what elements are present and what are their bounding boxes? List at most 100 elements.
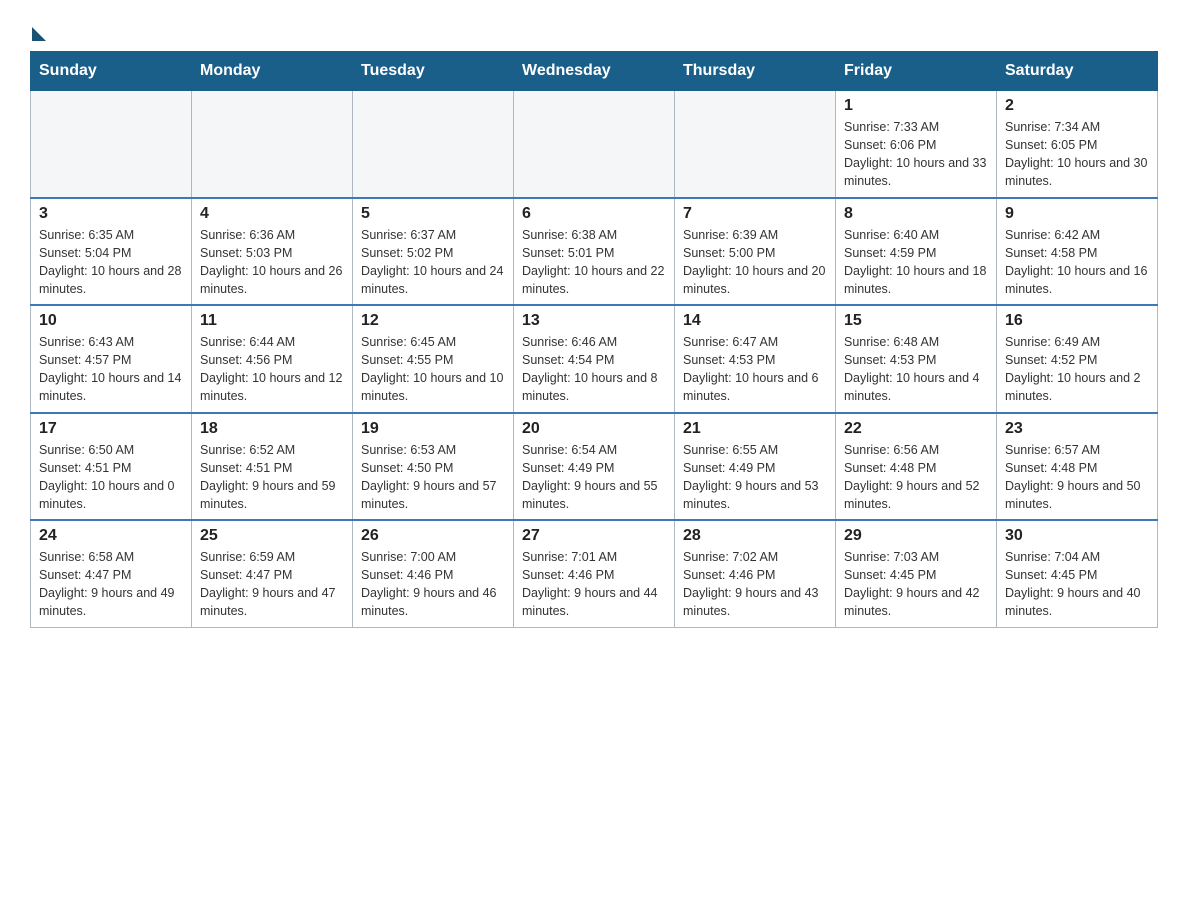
day-info: Sunrise: 6:48 AM Sunset: 4:53 PM Dayligh… [844, 333, 988, 406]
calendar-header-row: SundayMondayTuesdayWednesdayThursdayFrid… [31, 52, 1158, 91]
day-number: 12 [361, 312, 505, 330]
calendar-week-row: 24 Sunrise: 6:58 AM Sunset: 4:47 PM Dayli… [31, 520, 1158, 627]
calendar-cell [31, 91, 192, 198]
day-number: 23 [1005, 420, 1149, 438]
day-info: Sunrise: 6:39 AM Sunset: 5:00 PM Dayligh… [683, 226, 827, 299]
day-info: Sunrise: 6:36 AM Sunset: 5:03 PM Dayligh… [200, 226, 344, 299]
day-number: 18 [200, 420, 344, 438]
day-info: Sunrise: 6:35 AM Sunset: 5:04 PM Dayligh… [39, 226, 183, 299]
day-number: 3 [39, 205, 183, 223]
day-info: Sunrise: 6:42 AM Sunset: 4:58 PM Dayligh… [1005, 226, 1149, 299]
weekday-header-tuesday: Tuesday [353, 52, 514, 91]
day-info: Sunrise: 6:47 AM Sunset: 4:53 PM Dayligh… [683, 333, 827, 406]
calendar-cell [514, 91, 675, 198]
day-number: 16 [1005, 312, 1149, 330]
day-number: 2 [1005, 97, 1149, 115]
calendar-cell: 2 Sunrise: 7:34 AM Sunset: 6:05 PM Daylig… [997, 91, 1158, 198]
day-number: 27 [522, 527, 666, 545]
calendar-cell: 12Sunrise: 6:45 AM Sunset: 4:55 PM Dayli… [353, 305, 514, 413]
day-info: Sunrise: 6:46 AM Sunset: 4:54 PM Dayligh… [522, 333, 666, 406]
calendar-cell: 14 Sunrise: 6:47 AM Sunset: 4:53 PM Dayli… [675, 305, 836, 413]
calendar-cell [192, 91, 353, 198]
calendar-cell: 17Sunrise: 6:50 AM Sunset: 4:51 PM Dayli… [31, 413, 192, 521]
calendar-cell: 1 Sunrise: 7:33 AM Sunset: 6:06 PM Daylig… [836, 91, 997, 198]
calendar-cell: 27 Sunrise: 7:01 AM Sunset: 4:46 PM Dayli… [514, 520, 675, 627]
day-info: Sunrise: 6:38 AM Sunset: 5:01 PM Dayligh… [522, 226, 666, 299]
day-number: 4 [200, 205, 344, 223]
calendar-cell: 16Sunrise: 6:49 AM Sunset: 4:52 PM Dayli… [997, 305, 1158, 413]
day-number: 22 [844, 420, 988, 438]
day-info: Sunrise: 7:02 AM Sunset: 4:46 PM Dayligh… [683, 548, 827, 621]
day-info: Sunrise: 7:04 AM Sunset: 4:45 PM Dayligh… [1005, 548, 1149, 621]
day-info: Sunrise: 6:55 AM Sunset: 4:49 PM Dayligh… [683, 441, 827, 514]
calendar-cell: 21Sunrise: 6:55 AM Sunset: 4:49 PM Dayli… [675, 413, 836, 521]
day-info: Sunrise: 6:59 AM Sunset: 4:47 PM Dayligh… [200, 548, 344, 621]
day-number: 28 [683, 527, 827, 545]
weekday-header-wednesday: Wednesday [514, 52, 675, 91]
page-header [30, 20, 1158, 41]
calendar-cell: 6 Sunrise: 6:38 AM Sunset: 5:01 PM Daylig… [514, 198, 675, 306]
day-number: 13 [522, 312, 666, 330]
day-number: 29 [844, 527, 988, 545]
calendar-week-row: 17Sunrise: 6:50 AM Sunset: 4:51 PM Dayli… [31, 413, 1158, 521]
day-info: Sunrise: 7:03 AM Sunset: 4:45 PM Dayligh… [844, 548, 988, 621]
calendar-cell: 25 Sunrise: 6:59 AM Sunset: 4:47 PM Dayli… [192, 520, 353, 627]
day-info: Sunrise: 6:52 AM Sunset: 4:51 PM Dayligh… [200, 441, 344, 514]
calendar-table: SundayMondayTuesdayWednesdayThursdayFrid… [30, 51, 1158, 628]
day-number: 8 [844, 205, 988, 223]
calendar-week-row: 1 Sunrise: 7:33 AM Sunset: 6:06 PM Daylig… [31, 91, 1158, 198]
day-info: Sunrise: 6:37 AM Sunset: 5:02 PM Dayligh… [361, 226, 505, 299]
logo-triangle-icon [32, 27, 46, 41]
day-info: Sunrise: 6:53 AM Sunset: 4:50 PM Dayligh… [361, 441, 505, 514]
logo [30, 25, 46, 41]
day-info: Sunrise: 7:33 AM Sunset: 6:06 PM Dayligh… [844, 118, 988, 191]
day-info: Sunrise: 7:34 AM Sunset: 6:05 PM Dayligh… [1005, 118, 1149, 191]
day-number: 24 [39, 527, 183, 545]
weekday-header-sunday: Sunday [31, 52, 192, 91]
day-info: Sunrise: 6:40 AM Sunset: 4:59 PM Dayligh… [844, 226, 988, 299]
day-number: 15 [844, 312, 988, 330]
calendar-cell: 23 Sunrise: 6:57 AM Sunset: 4:48 PM Dayli… [997, 413, 1158, 521]
calendar-cell: 5Sunrise: 6:37 AM Sunset: 5:02 PM Daylig… [353, 198, 514, 306]
day-number: 14 [683, 312, 827, 330]
day-number: 19 [361, 420, 505, 438]
calendar-cell: 30Sunrise: 7:04 AM Sunset: 4:45 PM Dayli… [997, 520, 1158, 627]
calendar-cell [353, 91, 514, 198]
calendar-cell: 7 Sunrise: 6:39 AM Sunset: 5:00 PM Daylig… [675, 198, 836, 306]
calendar-cell: 15 Sunrise: 6:48 AM Sunset: 4:53 PM Dayli… [836, 305, 997, 413]
weekday-header-monday: Monday [192, 52, 353, 91]
calendar-cell: 29 Sunrise: 7:03 AM Sunset: 4:45 PM Dayli… [836, 520, 997, 627]
calendar-week-row: 3 Sunrise: 6:35 AM Sunset: 5:04 PM Daylig… [31, 198, 1158, 306]
calendar-cell: 3 Sunrise: 6:35 AM Sunset: 5:04 PM Daylig… [31, 198, 192, 306]
day-number: 17 [39, 420, 183, 438]
calendar-cell: 13 Sunrise: 6:46 AM Sunset: 4:54 PM Dayli… [514, 305, 675, 413]
day-info: Sunrise: 7:00 AM Sunset: 4:46 PM Dayligh… [361, 548, 505, 621]
calendar-cell: 19 Sunrise: 6:53 AM Sunset: 4:50 PM Dayli… [353, 413, 514, 521]
day-info: Sunrise: 6:56 AM Sunset: 4:48 PM Dayligh… [844, 441, 988, 514]
weekday-header-thursday: Thursday [675, 52, 836, 91]
calendar-cell: 4 Sunrise: 6:36 AM Sunset: 5:03 PM Daylig… [192, 198, 353, 306]
day-number: 6 [522, 205, 666, 223]
day-info: Sunrise: 6:57 AM Sunset: 4:48 PM Dayligh… [1005, 441, 1149, 514]
weekday-header-friday: Friday [836, 52, 997, 91]
day-info: Sunrise: 6:43 AM Sunset: 4:57 PM Dayligh… [39, 333, 183, 406]
day-number: 1 [844, 97, 988, 115]
day-info: Sunrise: 6:44 AM Sunset: 4:56 PM Dayligh… [200, 333, 344, 406]
day-info: Sunrise: 7:01 AM Sunset: 4:46 PM Dayligh… [522, 548, 666, 621]
day-number: 9 [1005, 205, 1149, 223]
calendar-cell: 20Sunrise: 6:54 AM Sunset: 4:49 PM Dayli… [514, 413, 675, 521]
calendar-cell: 18 Sunrise: 6:52 AM Sunset: 4:51 PM Dayli… [192, 413, 353, 521]
day-info: Sunrise: 6:58 AM Sunset: 4:47 PM Dayligh… [39, 548, 183, 621]
calendar-cell: 24 Sunrise: 6:58 AM Sunset: 4:47 PM Dayli… [31, 520, 192, 627]
calendar-cell: 22 Sunrise: 6:56 AM Sunset: 4:48 PM Dayli… [836, 413, 997, 521]
day-number: 20 [522, 420, 666, 438]
calendar-cell: 10Sunrise: 6:43 AM Sunset: 4:57 PM Dayli… [31, 305, 192, 413]
day-number: 25 [200, 527, 344, 545]
day-number: 7 [683, 205, 827, 223]
calendar-cell: 9 Sunrise: 6:42 AM Sunset: 4:58 PM Daylig… [997, 198, 1158, 306]
calendar-cell: 11Sunrise: 6:44 AM Sunset: 4:56 PM Dayli… [192, 305, 353, 413]
calendar-cell: 28 Sunrise: 7:02 AM Sunset: 4:46 PM Dayli… [675, 520, 836, 627]
calendar-cell [675, 91, 836, 198]
calendar-week-row: 10Sunrise: 6:43 AM Sunset: 4:57 PM Dayli… [31, 305, 1158, 413]
day-number: 26 [361, 527, 505, 545]
